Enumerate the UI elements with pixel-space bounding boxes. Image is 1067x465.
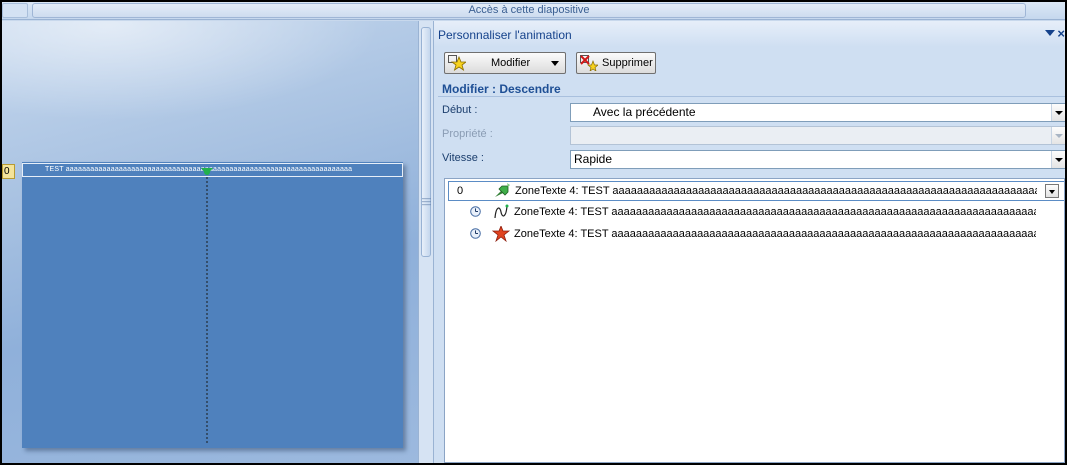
clock-icon (470, 228, 481, 239)
animation-item-text: ZoneTexte 4: TEST aaaaaaaaaaaaaaaaaaaaaa… (514, 206, 1036, 218)
pane-options-chevron-icon[interactable] (1045, 30, 1055, 36)
section-divider (438, 96, 1065, 97)
path-start-dot-icon (204, 169, 210, 175)
property-dropdown-arrow-icon (1051, 127, 1065, 144)
start-label: Début : (442, 104, 478, 116)
green-pin-icon (495, 183, 510, 197)
start-dropdown-arrow-icon[interactable] (1051, 104, 1065, 121)
animation-item-text: ZoneTexte 4: TEST aaaaaaaaaaaaaaaaaaaaaa… (514, 228, 1036, 240)
chevron-down-icon (551, 61, 559, 66)
property-label: Propriété : (442, 128, 493, 140)
speed-select[interactable]: Rapide (570, 150, 1065, 169)
modify-button-label: Modifier (491, 57, 531, 69)
delete-effect-icon (580, 55, 598, 71)
property-select (570, 126, 1065, 145)
slide-number-tab: 0 (2, 164, 15, 179)
slide-editing-area: 0 TEST aaaaaaaaaaaaaaaaaaaaaaaaaaaaaaaaa… (2, 21, 418, 463)
delete-effect-button[interactable]: Supprimer (576, 52, 656, 74)
animation-item-dropdown-icon[interactable] (1045, 184, 1059, 198)
delete-button-label: Supprimer (602, 57, 653, 69)
speed-label: Vitesse : (442, 152, 484, 164)
modify-effect-button[interactable]: Modifier (444, 52, 566, 74)
red-star-icon (492, 226, 510, 242)
vertical-scrollbar[interactable]: — — — (418, 21, 434, 463)
animation-list-item[interactable]: 0 ZoneTexte 4: TEST aaaaaaaaaaaaaaaaaaaa… (448, 181, 1064, 201)
grip-icon: — — — (422, 193, 431, 209)
clock-icon (470, 206, 481, 217)
start-select[interactable]: Avec la précédente (570, 103, 1065, 122)
motion-path-icon (494, 204, 509, 219)
scrollbar-thumb[interactable] (421, 27, 431, 257)
slide-access-button[interactable]: Accès à cette diapositive (32, 3, 1026, 18)
motion-path[interactable] (187, 165, 227, 445)
start-select-value: Avec la précédente (593, 105, 696, 119)
speed-select-value: Rapide (574, 152, 613, 166)
bar-left-segment (2, 3, 28, 18)
effect-section-title: Modifier : Descendre (442, 82, 561, 96)
background-gloss (2, 21, 382, 121)
animation-item-text: ZoneTexte 4: TEST aaaaaaaaaaaaaaaaaaaaaa… (515, 185, 1037, 197)
slide-access-bar: Accès à cette diapositive (2, 2, 1065, 20)
pane-title: Personnaliser l'animation (434, 21, 1065, 47)
pane-close-icon[interactable]: × (1057, 26, 1065, 41)
animation-list-item[interactable]: ZoneTexte 4: TEST aaaaaaaaaaaaaaaaaaaaaa… (448, 203, 1064, 223)
app-window: Accès à cette diapositive 0 TEST aaaaaaa… (2, 2, 1065, 463)
custom-animation-pane: Personnaliser l'animation × Modifier Sup… (434, 21, 1065, 463)
animation-order-number: 0 (457, 185, 464, 197)
star-effect-icon (448, 55, 466, 71)
animation-list[interactable]: 0 ZoneTexte 4: TEST aaaaaaaaaaaaaaaaaaaa… (444, 178, 1065, 463)
animation-list-item[interactable]: ZoneTexte 4: TEST aaaaaaaaaaaaaaaaaaaaaa… (448, 225, 1064, 245)
speed-dropdown-arrow-icon[interactable] (1051, 151, 1065, 168)
